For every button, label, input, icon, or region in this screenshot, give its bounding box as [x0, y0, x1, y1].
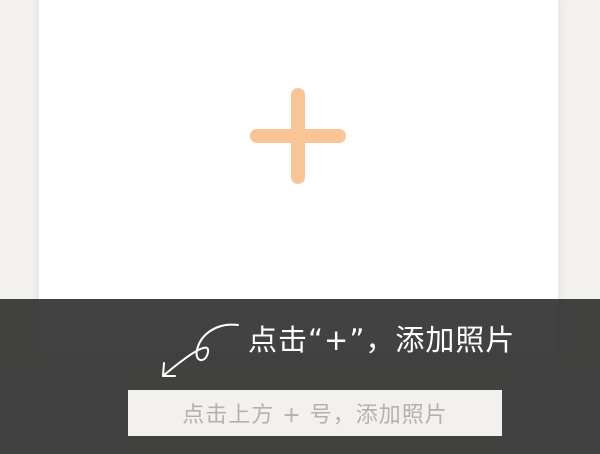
curved-arrow-icon — [162, 323, 239, 377]
hint-bar: 点击上方 + 号，添加照片 — [128, 390, 502, 436]
tip-text: 点击“+”，添加照片 — [248, 323, 516, 357]
hint-text: 点击上方 + 号，添加照片 — [182, 403, 448, 428]
plus-icon[interactable] — [250, 88, 346, 184]
